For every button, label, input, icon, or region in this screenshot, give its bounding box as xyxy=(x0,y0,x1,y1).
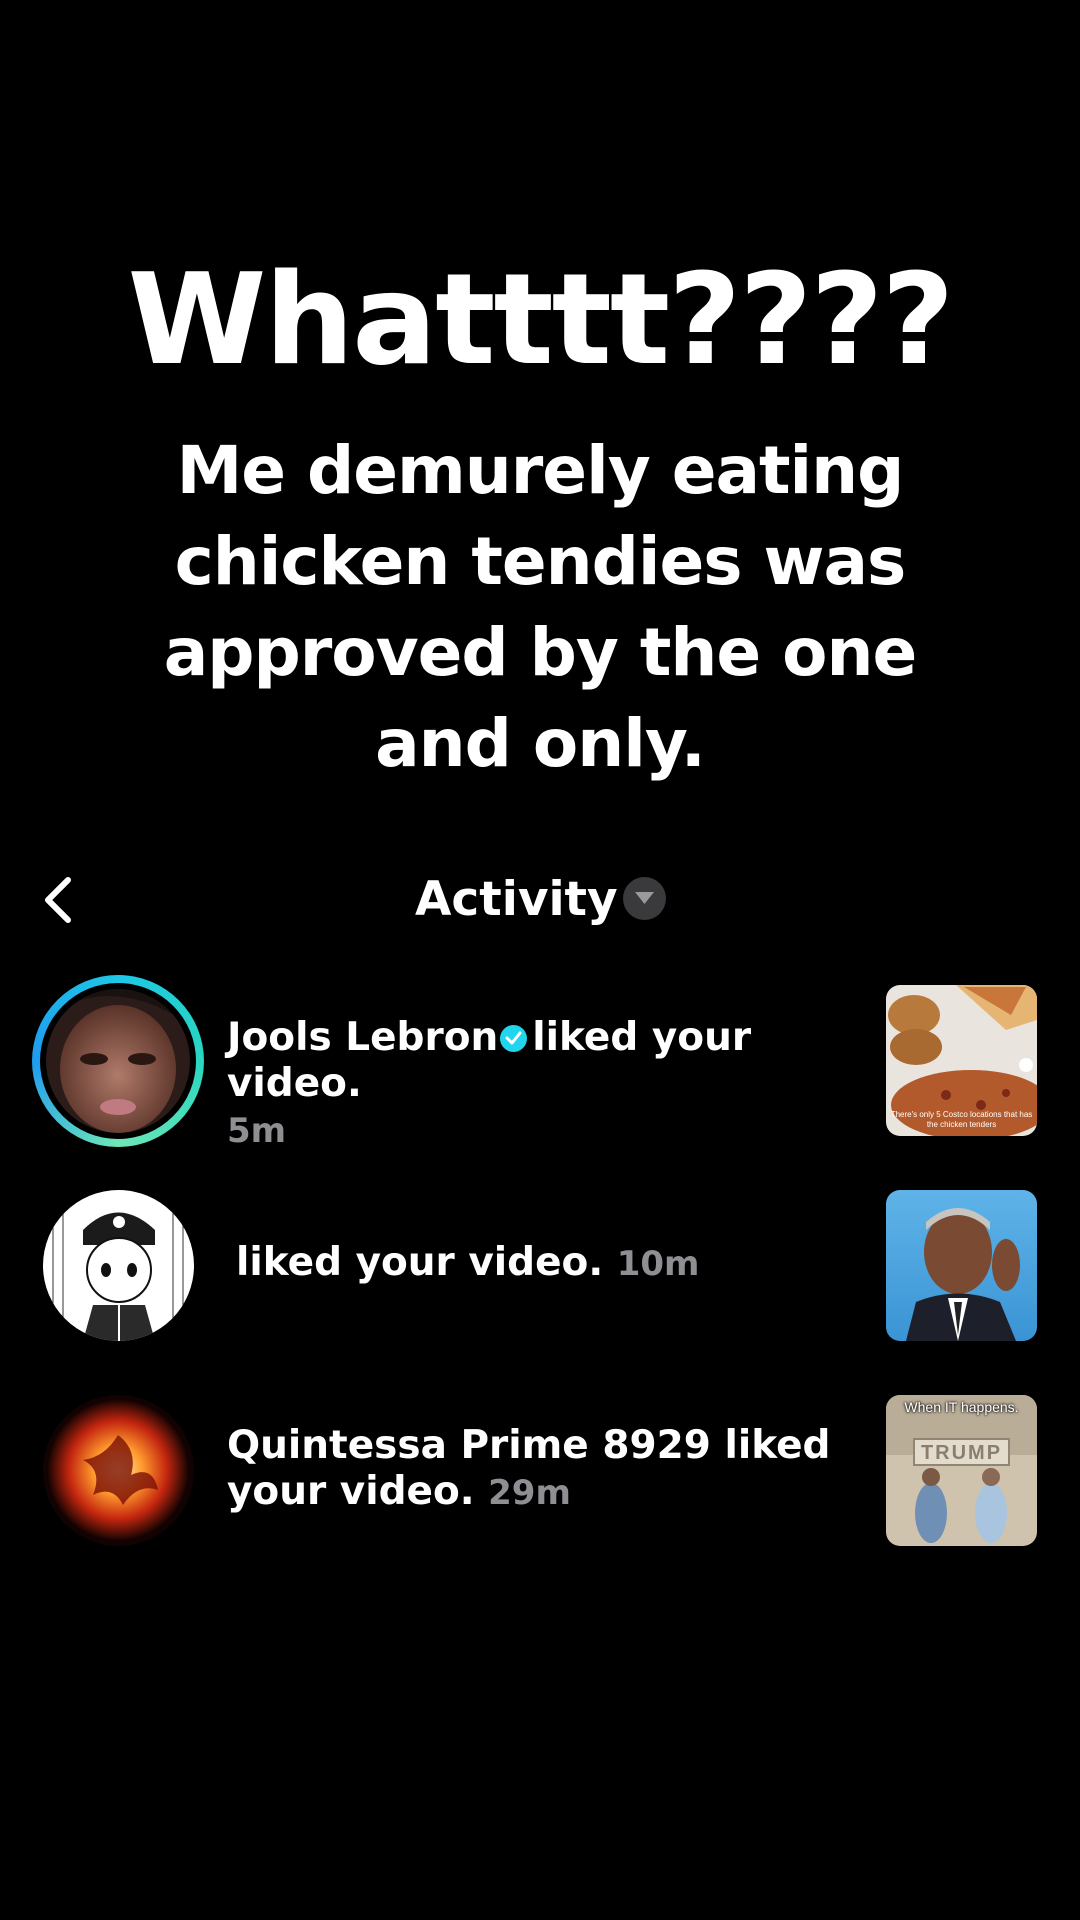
notification-text: Quintessa Prime 8929 liked your video. 2… xyxy=(227,1423,867,1516)
username-link[interactable]: Quintessa Prime 8929 xyxy=(227,1423,711,1468)
action-text: liked xyxy=(724,1423,831,1468)
notification-row[interactable]: liked your video. 10m xyxy=(0,1190,1080,1341)
back-button[interactable] xyxy=(32,872,88,928)
overlay-title: Whatttt???? xyxy=(127,246,955,393)
timestamp: 5m xyxy=(227,1111,287,1151)
verified-badge-icon xyxy=(500,1025,528,1052)
username-link[interactable]: Jools Lebron xyxy=(227,1015,498,1060)
action-text: your video. xyxy=(227,1469,475,1514)
notification-row[interactable]: Quintessa Prime 8929 liked your video. 2… xyxy=(0,1395,1080,1546)
timestamp: 29m xyxy=(488,1473,571,1513)
avatar[interactable] xyxy=(43,1395,194,1546)
page-title[interactable]: Activity xyxy=(415,872,618,928)
video-thumbnail[interactable] xyxy=(886,1190,1037,1341)
caret-down-icon xyxy=(635,892,654,904)
thumbnail-caption: There's only 5 Costco locations that has… xyxy=(890,1110,1033,1129)
overlay-caption: Me demurely eating chicken tendies was a… xyxy=(163,432,918,782)
video-thumbnail[interactable]: There's only 5 Costco locations that has… xyxy=(886,985,1037,1136)
notification-text: liked your video. 10m xyxy=(236,1240,876,1287)
thumbnail-caption: When IT happens. xyxy=(904,1399,1019,1415)
activity-header: Activity xyxy=(0,860,1080,940)
chevron-left-icon xyxy=(45,877,71,923)
avatar[interactable] xyxy=(46,989,190,1133)
notification-row[interactable]: Jools Lebron liked your video. 5m There's… xyxy=(0,975,1080,1151)
video-thumbnail[interactable]: When IT happens. TRUMP xyxy=(886,1395,1037,1546)
timestamp: 10m xyxy=(616,1244,700,1284)
action-text: liked your video. xyxy=(236,1240,604,1285)
activity-filter-dropdown[interactable] xyxy=(623,877,666,920)
avatar[interactable] xyxy=(43,1190,194,1341)
thumbnail-sign-text: TRUMP xyxy=(920,1442,1003,1464)
notification-text: Jools Lebron liked your video. 5m xyxy=(227,1015,877,1154)
